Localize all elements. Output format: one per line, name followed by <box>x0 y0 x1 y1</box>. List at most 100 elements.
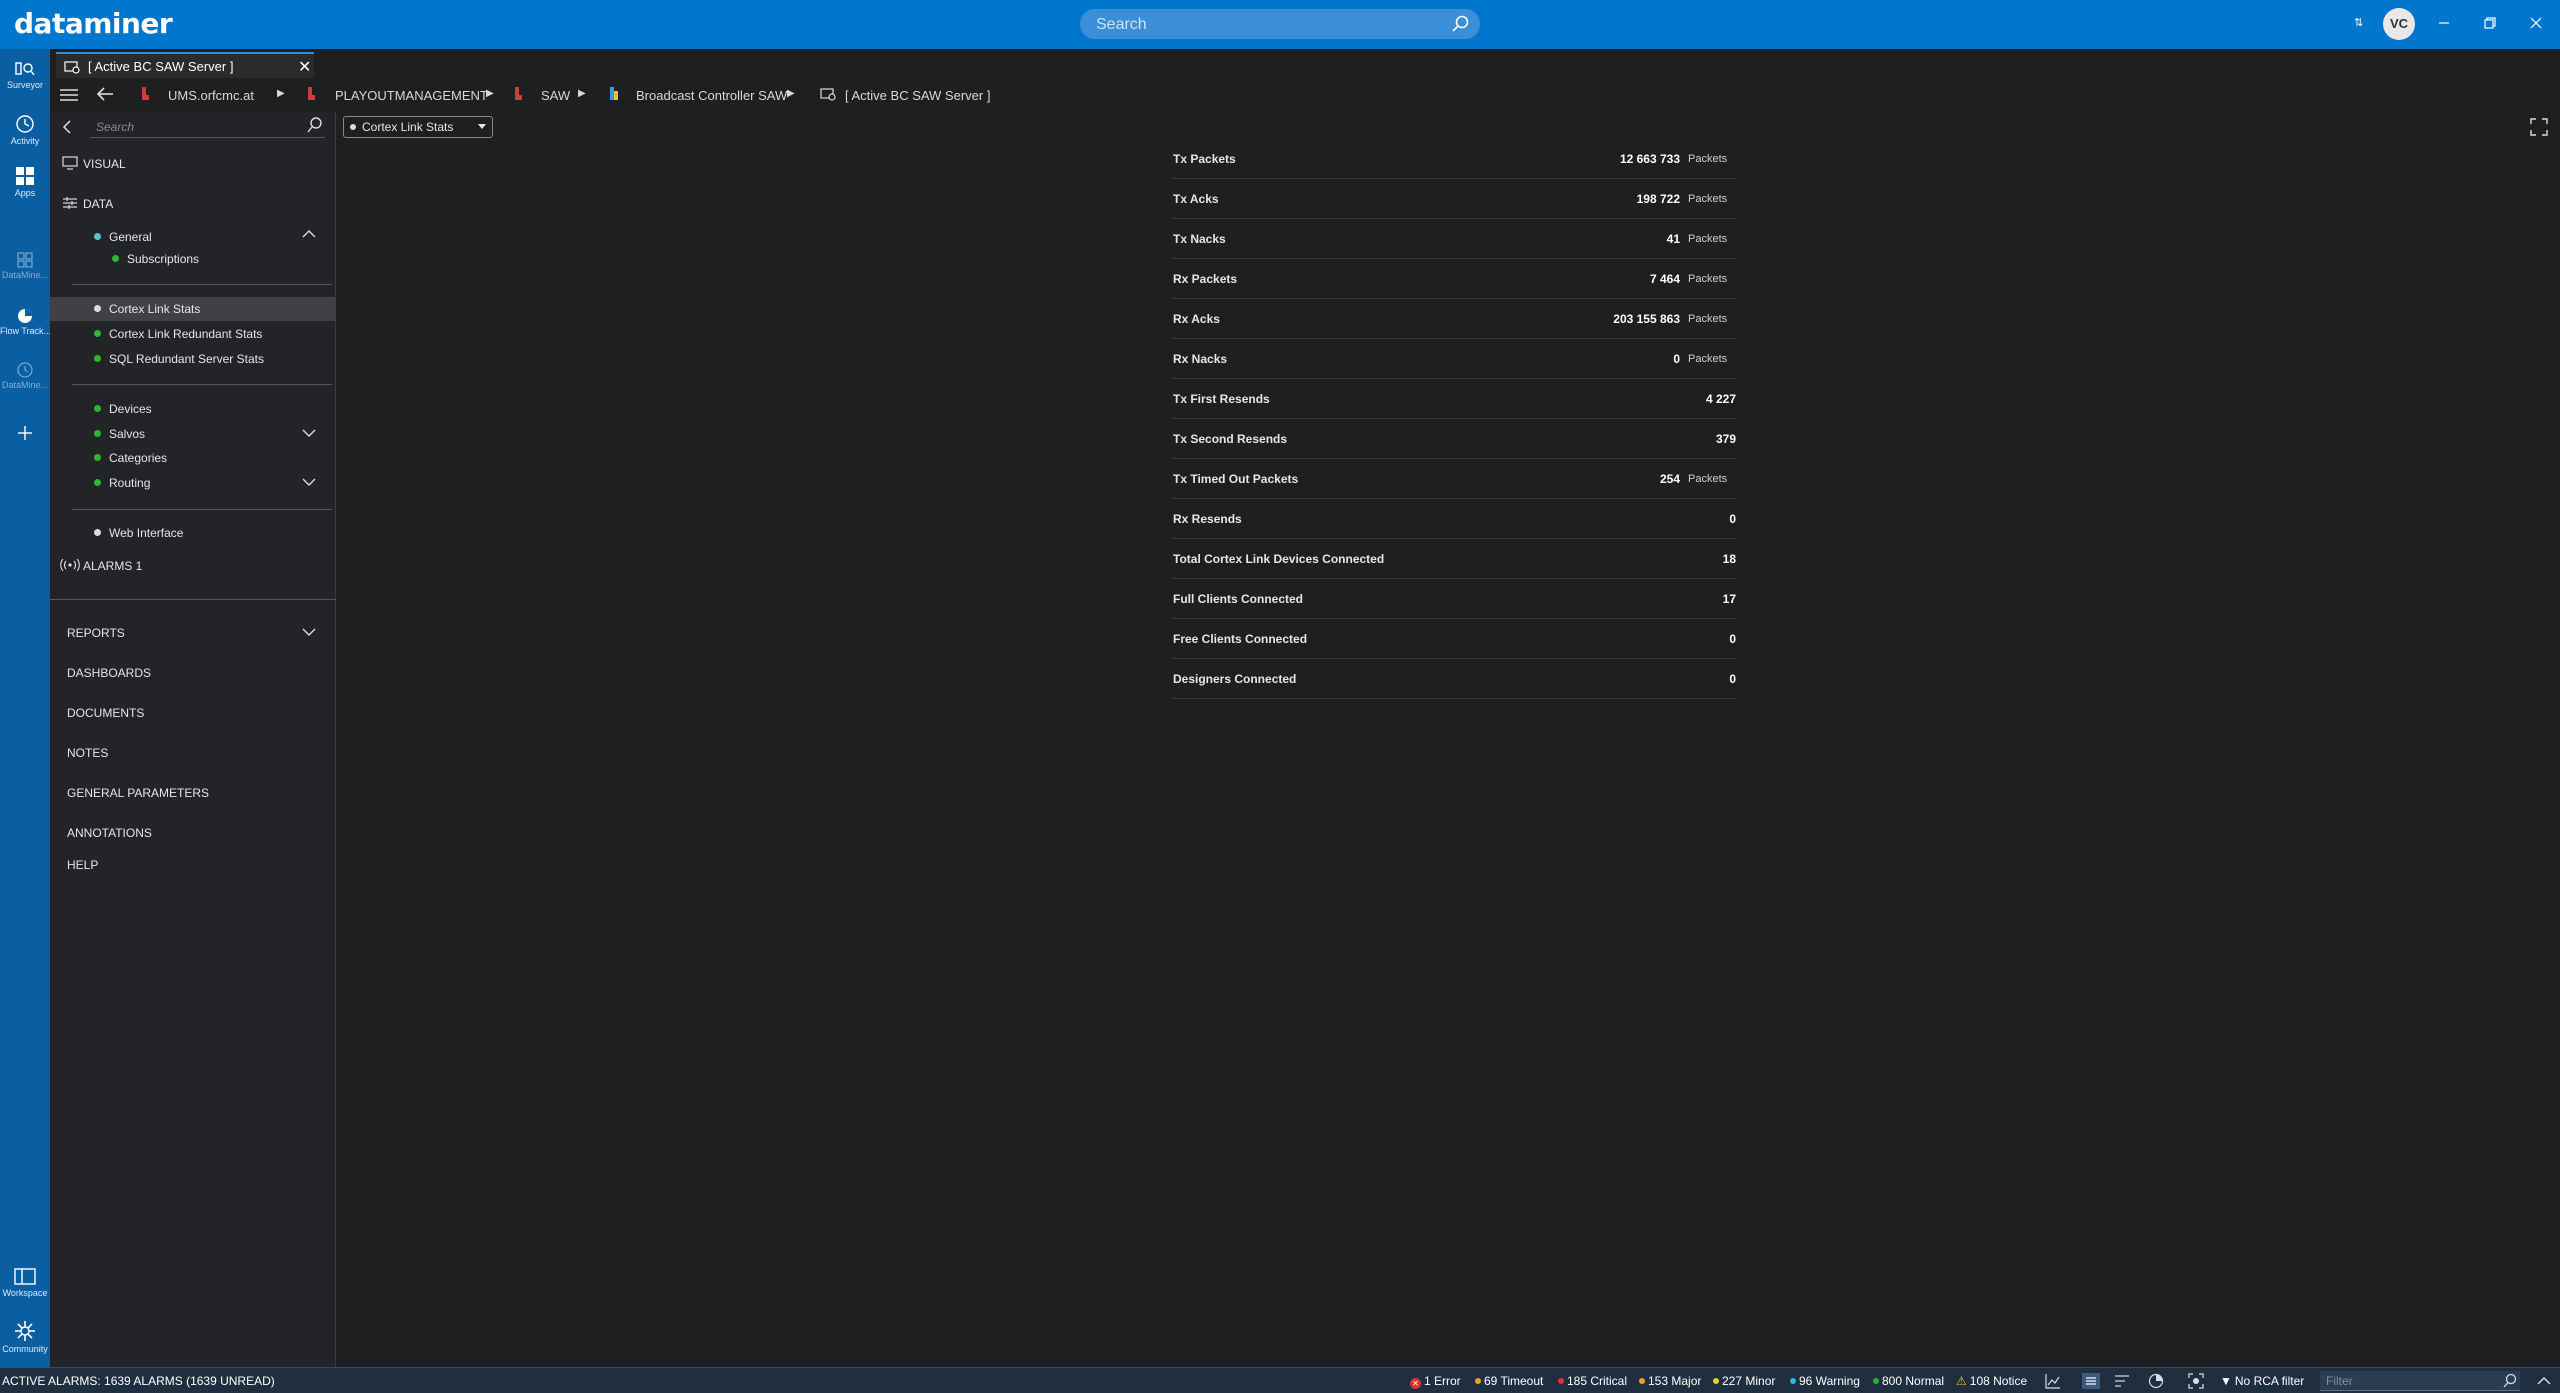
sidebar-item-documents[interactable]: DOCUMENTS <box>67 706 144 720</box>
search-icon[interactable] <box>1450 13 1472 35</box>
sidebar-item-general[interactable]: General <box>94 230 152 244</box>
parameter-row[interactable]: Rx Resends 0 <box>1172 499 1736 539</box>
page-select-value: Cortex Link Stats <box>350 120 453 134</box>
alarm-filter-input[interactable]: Filter <box>2320 1371 2520 1391</box>
datamine-apps-icon <box>17 252 33 268</box>
collapse-sidebar-icon[interactable] <box>62 120 72 134</box>
breadcrumb-item[interactable]: PLAYOUTMANAGEMENT <box>335 88 488 103</box>
sidebar-item-devices[interactable]: Devices <box>94 402 152 416</box>
page-select-dropdown[interactable]: Cortex Link Stats <box>343 116 493 138</box>
rail-add[interactable] <box>0 423 50 443</box>
sort-icon[interactable] <box>2114 1373 2130 1389</box>
breadcrumb-separator-icon[interactable]: ▶ <box>787 88 795 99</box>
sidebar-item-dashboards[interactable]: DASHBOARDS <box>67 666 151 680</box>
close-tab-icon[interactable]: ✕ <box>298 57 311 77</box>
rail-datamine-apps[interactable]: DataMine... <box>0 251 50 280</box>
chevron-down-icon[interactable] <box>302 477 316 487</box>
divider <box>50 599 336 600</box>
sidebar-item-data[interactable]: DATA <box>83 197 113 211</box>
rail-workspace[interactable]: Workspace <box>0 1267 50 1298</box>
chevron-down-icon[interactable] <box>302 627 316 637</box>
parameter-name: Rx Resends <box>1173 512 1242 526</box>
parameter-row[interactable]: Free Clients Connected 0 <box>1172 619 1736 659</box>
sidebar-item-help[interactable]: HELP <box>67 858 98 872</box>
sidebar-item-annotations[interactable]: ANNOTATIONS <box>67 826 152 840</box>
alarm-count-notice[interactable]: ⚠ 108 Notice <box>1956 1374 2027 1388</box>
alarm-count-critical[interactable]: 185 Critical <box>1558 1374 1627 1388</box>
breadcrumb-item[interactable]: UMS.orfcmc.at <box>168 88 254 103</box>
rail-community[interactable]: Community <box>0 1319 50 1354</box>
focus-icon[interactable] <box>2188 1373 2204 1389</box>
avatar[interactable]: VC <box>2383 8 2415 40</box>
rail-surveyor[interactable]: Surveyor <box>0 59 50 90</box>
parameter-row[interactable]: Full Clients Connected 17 <box>1172 579 1736 619</box>
search-icon[interactable] <box>2502 1373 2518 1389</box>
search-icon[interactable] <box>306 116 324 134</box>
rail-activity[interactable]: Activity <box>0 113 50 146</box>
parameter-row[interactable]: Tx Second Resends 379 <box>1172 419 1736 459</box>
parameter-value: 4 227 <box>1705 392 1736 406</box>
chevron-down-icon[interactable] <box>302 428 316 438</box>
rail-flow-tracking[interactable]: Flow Track... <box>0 307 50 336</box>
parameter-row[interactable]: Rx Acks 203 155 863 Packets <box>1172 299 1736 339</box>
minimize-icon[interactable] <box>2437 16 2451 30</box>
alarm-count-normal[interactable]: 800 Normal <box>1873 1374 1944 1388</box>
sidebar-item-cortex-link-stats[interactable]: Cortex Link Stats <box>94 302 200 316</box>
rca-filter-toggle[interactable]: ▼ No RCA filter <box>2220 1374 2304 1388</box>
parameter-row[interactable]: Rx Nacks 0 Packets <box>1172 339 1736 379</box>
tab-active-bc-saw-server[interactable]: [ Active BC SAW Server ] ✕ <box>56 52 314 78</box>
parameter-row[interactable]: Tx Packets 12 663 733 Packets <box>1172 139 1736 179</box>
status-dot <box>94 330 101 337</box>
sidebar-item-subscriptions[interactable]: Subscriptions <box>112 252 199 266</box>
connection-indicator-icon[interactable]: ⇅ <box>2354 16 2363 29</box>
sidebar-item-alarms[interactable]: ALARMS 1 <box>83 559 142 573</box>
breadcrumb-separator-icon[interactable]: ▶ <box>486 88 494 99</box>
alarm-count-error[interactable]: ✕ 1 Error <box>1410 1374 1461 1389</box>
sidebar-item-categories[interactable]: Categories <box>94 451 167 465</box>
list-view-icon[interactable] <box>2082 1373 2100 1389</box>
alarm-count-major[interactable]: 153 Major <box>1639 1374 1701 1388</box>
alarm-count-minor[interactable]: 227 Minor <box>1713 1374 1775 1388</box>
chevron-up-icon[interactable] <box>302 229 316 239</box>
active-alarms-summary[interactable]: ACTIVE ALARMS: 1639 ALARMS (1639 UNREAD) <box>2 1374 275 1388</box>
fullscreen-icon[interactable] <box>2530 118 2548 136</box>
alarm-count-warning[interactable]: 96 Warning <box>1790 1374 1860 1388</box>
breadcrumb-separator-icon[interactable]: ▶ <box>578 88 586 99</box>
sidebar-item-cortex-link-redundant-stats[interactable]: Cortex Link Redundant Stats <box>94 327 262 341</box>
alarm-count-label: 96 Warning <box>1799 1374 1860 1388</box>
parameter-row[interactable]: Tx Timed Out Packets 254 Packets <box>1172 459 1736 499</box>
sidebar-search-input[interactable]: Search <box>90 116 325 138</box>
trend-chart-icon[interactable] <box>2045 1373 2061 1389</box>
parameter-row[interactable]: Total Cortex Link Devices Connected 18 <box>1172 539 1736 579</box>
hamburger-menu-icon[interactable] <box>60 88 78 102</box>
parameter-row[interactable]: Tx Acks 198 722 Packets <box>1172 179 1736 219</box>
workspace-icon <box>14 1268 36 1285</box>
sidebar-item-sql-redundant-server-stats[interactable]: SQL Redundant Server Stats <box>94 352 264 366</box>
sidebar-item-notes[interactable]: NOTES <box>67 746 108 760</box>
parameter-row[interactable]: Tx First Resends 4 227 <box>1172 379 1736 419</box>
breadcrumb-separator-icon[interactable]: ▶ <box>277 88 285 99</box>
sidebar-item-salvos[interactable]: Salvos <box>94 427 145 441</box>
clock-icon[interactable] <box>2148 1373 2164 1389</box>
rail-apps[interactable]: Apps <box>0 165 50 198</box>
sidebar-item-general-parameters[interactable]: GENERAL PARAMETERS <box>67 786 209 800</box>
breadcrumb-item[interactable]: Broadcast Controller SAW <box>636 88 787 103</box>
sidebar-item-reports[interactable]: REPORTS <box>67 626 125 640</box>
parameter-row[interactable]: Tx Nacks 41 Packets <box>1172 219 1736 259</box>
parameter-row[interactable]: Designers Connected 0 <box>1172 659 1736 699</box>
sidebar-item-visual[interactable]: VISUAL <box>83 157 126 171</box>
breadcrumb-item[interactable]: [ Active BC SAW Server ] <box>845 88 990 103</box>
page-select-label: Cortex Link Stats <box>362 120 454 134</box>
close-window-icon[interactable] <box>2529 16 2543 30</box>
global-search-input[interactable]: Search <box>1080 9 1480 39</box>
back-arrow-icon[interactable] <box>96 86 114 102</box>
parameter-unit: Packets <box>1688 353 1728 365</box>
chevron-up-icon[interactable] <box>2536 1375 2552 1387</box>
alarm-count-timeout[interactable]: 69 Timeout <box>1475 1374 1543 1388</box>
restore-icon[interactable] <box>2483 16 2497 30</box>
breadcrumb-item[interactable]: SAW <box>541 88 570 103</box>
rail-datamine-history[interactable]: DataMine... <box>0 361 50 390</box>
sidebar-item-web-interface[interactable]: Web Interface <box>94 526 183 540</box>
parameter-row[interactable]: Rx Packets 7 464 Packets <box>1172 259 1736 299</box>
sidebar-item-routing[interactable]: Routing <box>94 476 150 490</box>
